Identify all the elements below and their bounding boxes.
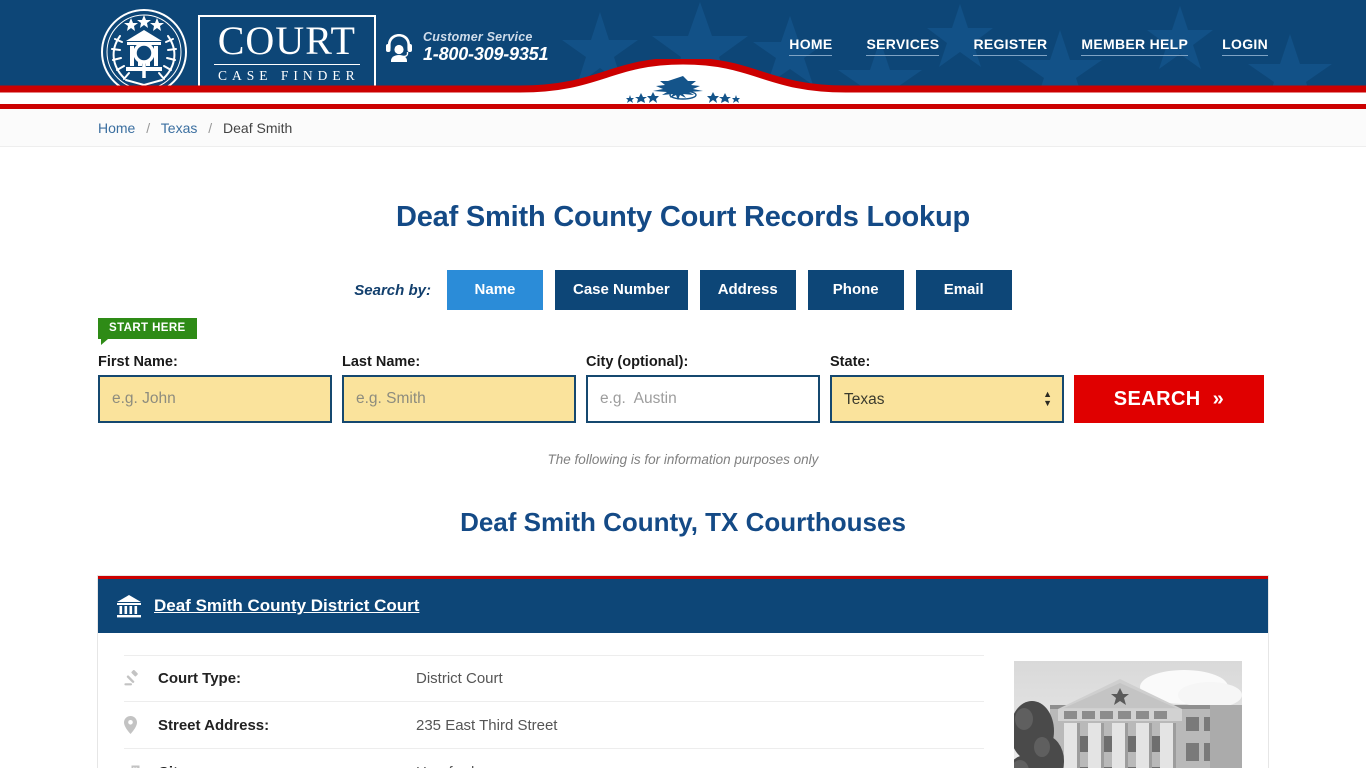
nav-item-services[interactable]: SERVICES (866, 36, 940, 56)
breadcrumb-bar: Home / Texas / Deaf Smith (0, 109, 1366, 147)
nav-item-login[interactable]: LOGIN (1222, 36, 1268, 56)
breadcrumb-item-home[interactable]: Home (98, 120, 135, 136)
breadcrumb: Home / Texas / Deaf Smith (98, 109, 1268, 147)
nav-item-member-help[interactable]: MEMBER HELP (1081, 36, 1189, 56)
tab-case-number[interactable]: Case Number (554, 270, 688, 310)
search-button[interactable]: SEARCH » (1074, 375, 1264, 423)
tab-phone[interactable]: Phone (807, 270, 904, 310)
courthouses-section-title: Deaf Smith County, TX Courthouses (460, 507, 906, 537)
start-here-badge: START HERE (98, 318, 197, 345)
court-type-label: Court Type: (158, 670, 242, 687)
search-form: START HERE First Name: Last Name: City (… (98, 318, 1268, 423)
city-label: City (optional): (586, 354, 689, 370)
info-note: The following is for information purpose… (547, 452, 819, 467)
first-name-label: First Name: (98, 354, 178, 370)
nav-item-register[interactable]: REGISTER (973, 36, 1048, 56)
main-navigation: HOME SERVICES REGISTER MEMBER HELP LOGIN (789, 36, 1268, 56)
tab-email[interactable]: Email (915, 270, 1012, 310)
street-address-label: Street Address: (158, 716, 270, 734)
city-input[interactable] (586, 375, 820, 423)
court-name-link[interactable]: Deaf Smith County District Court (154, 596, 419, 616)
page-title: Deaf Smith County Court Records Lookup (395, 201, 971, 233)
tab-address[interactable]: Address (699, 270, 796, 310)
search-by-tabs: Search by: Name Case Number Address Phon… (98, 270, 1268, 310)
breadcrumb-separator: / (208, 120, 213, 136)
table-row: Court Type: District Court (124, 655, 984, 702)
street-address-value: 235 East Third Street (416, 716, 558, 734)
breadcrumb-item-current: Deaf Smith (223, 120, 293, 136)
first-name-field-group: First Name: (98, 354, 332, 423)
court-type-value: District Court (416, 670, 503, 687)
court-details-list: Court Type: District Court Street Addres… (124, 655, 1014, 768)
double-chevron-right-icon: » (1212, 387, 1225, 410)
state-label: State: (830, 354, 871, 370)
court-card-body: Court Type: District Court Street Addres… (98, 633, 1268, 768)
city-row-value: Hereford (416, 764, 474, 768)
last-name-label: Last Name: (342, 354, 421, 370)
main-content: Deaf Smith County Court Records Lookup S… (98, 201, 1268, 768)
table-row: Street Address: 235 East Third Street (124, 702, 984, 749)
court-card: Deaf Smith County District Court Court T… (98, 576, 1268, 768)
last-name-input[interactable] (342, 375, 576, 423)
breadcrumb-item-texas[interactable]: Texas (161, 120, 198, 136)
gavel-icon (124, 670, 158, 687)
table-row: City: Hereford (124, 749, 984, 768)
state-select[interactable]: Texas (830, 375, 1064, 423)
courthouse-photo (1014, 661, 1242, 768)
city-icon (124, 764, 158, 768)
tab-name[interactable]: Name (446, 270, 543, 310)
last-name-field-group: Last Name: (342, 354, 576, 423)
eagle-stars-icon (626, 76, 740, 103)
court-card-header: Deaf Smith County District Court (98, 579, 1268, 633)
breadcrumb-separator: / (146, 120, 151, 136)
nav-item-home[interactable]: HOME (789, 36, 833, 56)
city-row-label: City: (158, 764, 416, 768)
customer-service-label: Customer Service (423, 30, 533, 44)
state-field-group: State: Texas ▲ ▼ (830, 354, 1064, 423)
search-by-label: Search by: (354, 281, 431, 299)
first-name-input[interactable] (98, 375, 332, 423)
site-header: COURT CASE FINDER Customer Service 1-800… (0, 0, 1366, 104)
map-pin-icon (124, 716, 158, 734)
courthouse-icon (117, 595, 141, 618)
search-button-label: SEARCH (1113, 387, 1201, 410)
city-field-group: City (optional): (586, 354, 820, 423)
